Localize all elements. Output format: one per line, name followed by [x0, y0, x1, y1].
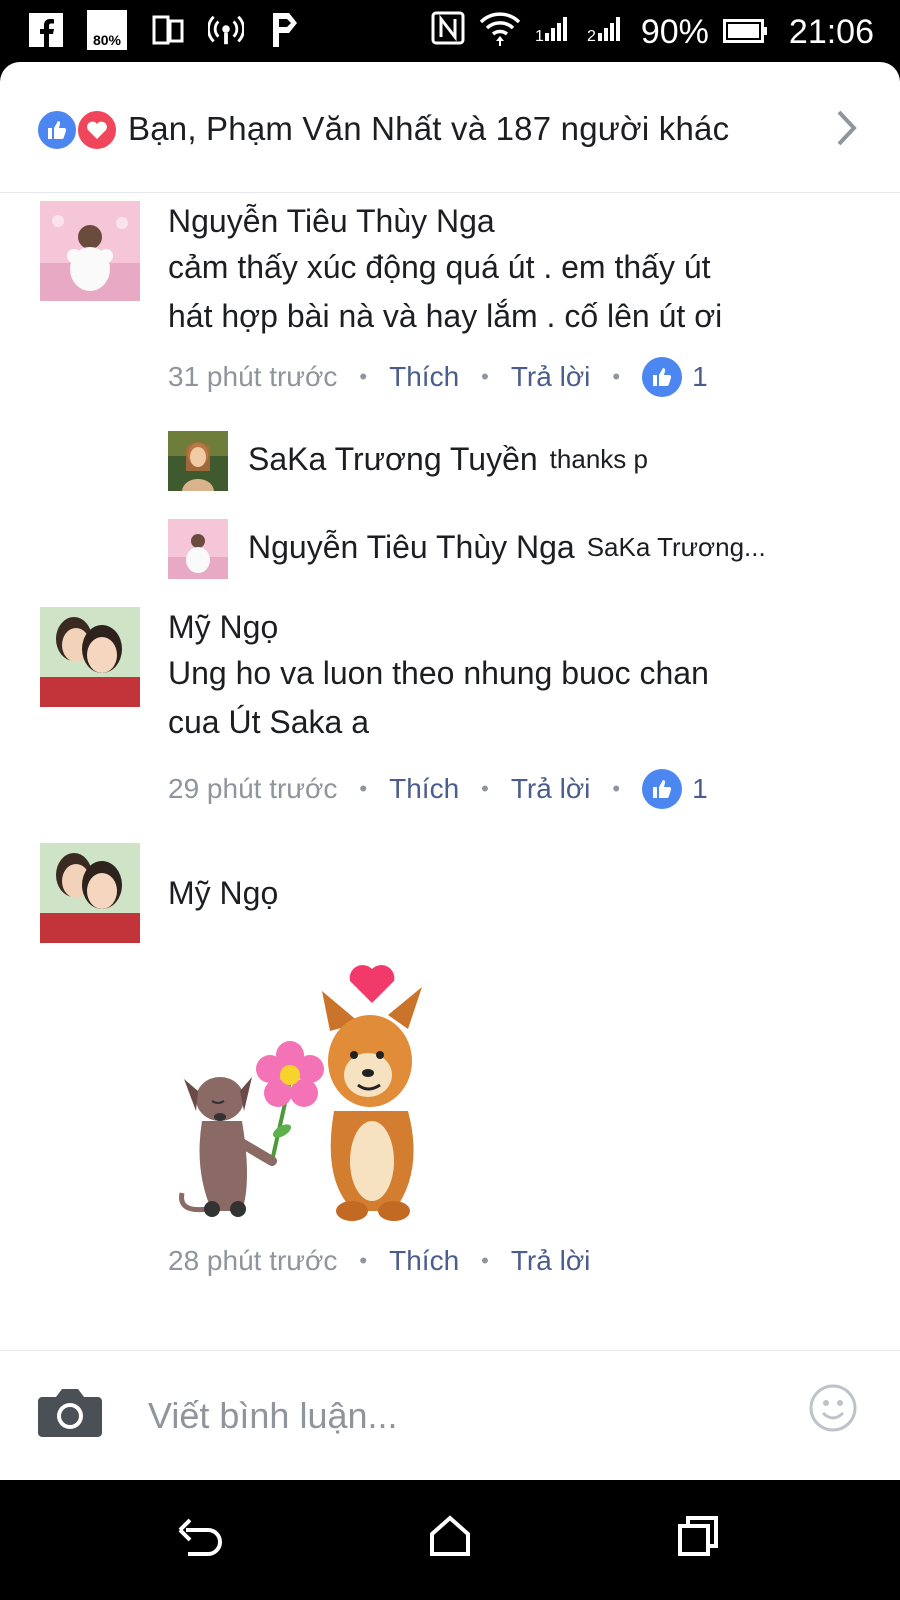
svg-text:2: 2 [587, 28, 596, 43]
separator-dot: • [359, 364, 368, 389]
reaction-icons [36, 109, 120, 151]
comment-time: 31 phút trước [168, 361, 338, 392]
reply-button[interactable]: Trả lời [511, 361, 591, 393]
reply-button[interactable]: Trả lời [511, 1245, 591, 1277]
reply-text: thanks p [549, 444, 648, 474]
comment-author[interactable]: Mỹ Ngọ [168, 875, 278, 912]
comment-text: Ung ho va luon theo nhung buoc chan cua … [168, 649, 828, 747]
reactions-bar[interactable]: Bạn, Phạm Văn Nhất và 187 người khác [0, 62, 900, 193]
comment-author[interactable]: Mỹ Ngọ [168, 609, 278, 646]
reply-item[interactable]: SaKa Trương Tuyền thanks p [248, 441, 648, 478]
reply-button[interactable]: Trả lời [511, 773, 591, 805]
like-count-badge[interactable]: 1 [642, 769, 708, 809]
reply-author[interactable]: Nguyễn Tiêu Thùy Nga [248, 529, 575, 566]
chevron-right-icon[interactable] [834, 108, 860, 153]
nfc-icon [431, 11, 465, 54]
comment-text-line: cua Út Saka a [168, 704, 369, 740]
comment-meta: 29 phút trước • Thích • Trả lời • 1 [168, 769, 708, 809]
like-button[interactable]: Thích [389, 1245, 459, 1277]
home-icon[interactable] [428, 1514, 472, 1563]
comment-text-line: cảm thấy xúc động quá út . em thấy út [168, 249, 711, 285]
back-icon[interactable] [176, 1514, 224, 1563]
status-bar: 80% 1 2 90% 21:06 [0, 0, 900, 64]
svg-text:1: 1 [535, 28, 544, 43]
comment-meta: 31 phút trước • Thích • Trả lời • 1 [168, 357, 708, 397]
comments-sheet: Bạn, Phạm Văn Nhất và 187 người khác Ngu… [0, 62, 900, 1480]
recent-apps-icon[interactable] [676, 1514, 720, 1563]
comment-text: cảm thấy xúc động quá út . em thấy út há… [168, 243, 828, 341]
separator-dot: • [481, 1248, 489, 1273]
comment-composer: Viết bình luận... [0, 1350, 900, 1480]
flag-app-icon [266, 10, 302, 50]
clock: 21:06 [788, 13, 874, 51]
reply-avatar[interactable] [168, 431, 228, 491]
comment-time: 29 phút trước [168, 773, 338, 804]
avatar[interactable] [40, 201, 140, 301]
facebook-icon [28, 10, 64, 50]
love-reaction-icon [76, 109, 118, 151]
navigation-bar [0, 1480, 900, 1600]
reply-author[interactable]: SaKa Trương Tuyền [248, 441, 538, 478]
comment-meta: 28 phút trước • Thích • Trả lời [168, 1245, 590, 1277]
comment-time: 28 phút trước [168, 1245, 338, 1276]
reply-text: SaKa Trương... [586, 532, 766, 562]
reactions-summary: Bạn, Phạm Văn Nhất và 187 người khác [128, 110, 730, 147]
like-button[interactable]: Thích [389, 773, 459, 805]
like-thumb-icon [642, 769, 683, 809]
reply-item[interactable]: Nguyễn Tiêu Thùy Nga SaKa Trương... [248, 529, 766, 566]
like-count: 1 [692, 773, 708, 804]
separator-dot: • [481, 776, 489, 801]
comment-text-line: hát hợp bài nà và hay lắm . cố lên út ơi [168, 298, 723, 334]
comments-list: Nguyễn Tiêu Thùy Nga cảm thấy xúc động q… [0, 193, 900, 1411]
signal-badge-text: 80% [92, 32, 122, 48]
signal-1-icon: 1 [535, 13, 573, 52]
separator-dot: • [612, 364, 621, 389]
reply-avatar[interactable] [168, 519, 228, 579]
battery-percent: 90% [640, 13, 709, 51]
dog-with-flower-sticker[interactable] [172, 951, 452, 1231]
like-count: 1 [692, 361, 708, 392]
battery-icon [722, 13, 767, 52]
avatar[interactable] [40, 607, 140, 707]
like-button[interactable]: Thích [389, 361, 459, 393]
dual-screen-icon [150, 10, 186, 50]
like-reaction-icon [36, 109, 78, 151]
signal-2-icon: 2 [587, 13, 627, 52]
wifi-icon [479, 10, 521, 55]
smiley-icon[interactable] [808, 1383, 858, 1438]
hotspot-icon [208, 10, 244, 50]
separator-dot: • [359, 1248, 368, 1273]
separator-dot: • [481, 364, 489, 389]
separator-dot: • [359, 776, 368, 801]
like-count-badge[interactable]: 1 [642, 357, 708, 397]
comment-author[interactable]: Nguyễn Tiêu Thùy Nga [168, 203, 495, 240]
comment-input[interactable]: Viết bình luận... [148, 1395, 398, 1437]
comment-text-line: Ung ho va luon theo nhung buoc chan [168, 655, 709, 691]
camera-icon[interactable] [38, 1387, 102, 1444]
like-thumb-icon [642, 357, 683, 397]
avatar[interactable] [40, 843, 140, 943]
separator-dot: • [612, 776, 621, 801]
data-saver-icon: 80% [86, 10, 128, 50]
